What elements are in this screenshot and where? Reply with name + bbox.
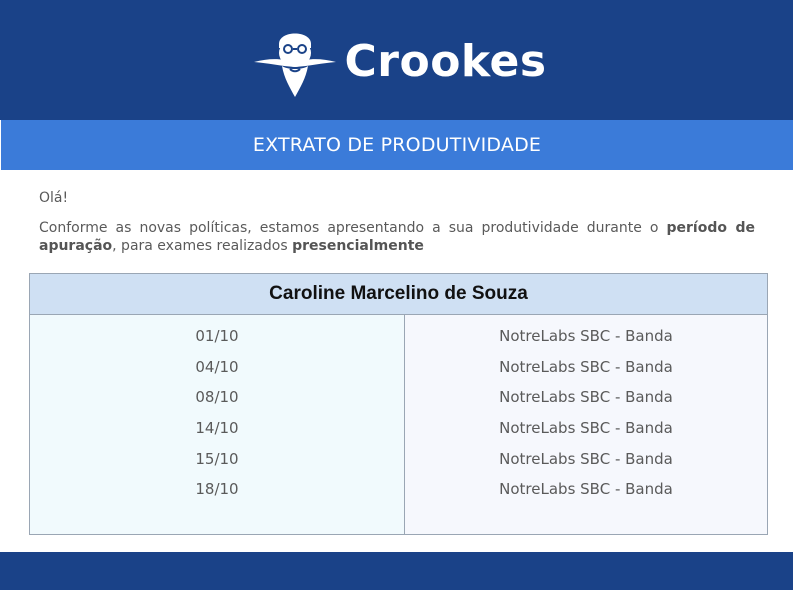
locations-column: NotreLabs SBC - Banda NotreLabs SBC - Ba…: [405, 315, 767, 534]
location-cell: NotreLabs SBC - Banda: [499, 357, 673, 376]
date-cell: 08/10: [195, 388, 239, 407]
date-cell: 04/10: [195, 357, 239, 376]
message-highlight-mode: presencialmente: [292, 238, 424, 254]
brand-name: Crookes: [344, 35, 547, 87]
dates-column: 01/10 04/10 08/10 14/10 15/10 18/10: [30, 315, 405, 534]
page-header: Crookes: [0, 0, 793, 120]
location-cell: NotreLabs SBC - Banda: [499, 480, 673, 499]
greeting-text: Olá!: [39, 190, 69, 206]
professor-face-icon: [254, 33, 337, 97]
table-body: 01/10 04/10 08/10 14/10 15/10 18/10 Notr…: [30, 315, 767, 534]
brand-logo: Crookes: [252, 22, 546, 98]
page-footer: [0, 552, 793, 590]
date-cell: 01/10: [195, 327, 239, 346]
location-cell: NotreLabs SBC - Banda: [499, 449, 673, 468]
message-paragraph: Conforme as novas políticas, estamos apr…: [39, 219, 755, 255]
page-title: EXTRATO DE PRODUTIVIDADE: [252, 134, 542, 156]
table-header: Caroline Marcelino de Souza: [30, 274, 767, 315]
location-cell: NotreLabs SBC - Banda: [499, 419, 673, 438]
productivity-table: Caroline Marcelino de Souza 01/10 04/10 …: [29, 273, 768, 535]
message-intro: Conforme as novas políticas, estamos apr…: [39, 220, 667, 236]
date-cell: 15/10: [195, 449, 239, 468]
location-cell: NotreLabs SBC - Banda: [499, 327, 673, 346]
location-cell: NotreLabs SBC - Banda: [499, 388, 673, 407]
message-middle: , para exames realizados: [112, 238, 293, 254]
date-cell: 14/10: [195, 419, 239, 438]
message-block: Olá! Conforme as novas políticas, estamo…: [39, 188, 755, 255]
title-bar: EXTRATO DE PRODUTIVIDADE: [1, 120, 793, 170]
date-cell: 18/10: [195, 480, 239, 499]
person-name: Caroline Marcelino de Souza: [269, 283, 528, 304]
